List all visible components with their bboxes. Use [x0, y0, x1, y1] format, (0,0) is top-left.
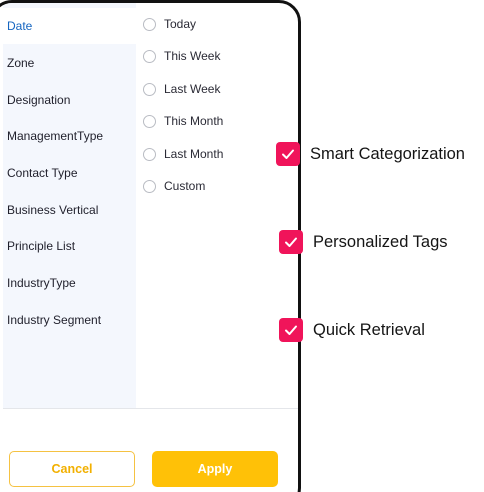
option-label: Custom	[164, 179, 206, 193]
sidebar-item-contact-type[interactable]: Contact Type	[3, 155, 136, 191]
sidebar-item-principle-list[interactable]: Principle List	[3, 228, 136, 264]
feature-label: Smart Categorization	[310, 144, 465, 163]
option-this-month[interactable]: This Month	[143, 111, 223, 131]
feature-label: Quick Retrieval	[313, 320, 425, 339]
radio-button[interactable]	[143, 114, 156, 128]
option-last-month[interactable]: Last Month	[143, 144, 223, 164]
sidebar-item-date[interactable]: Date	[3, 8, 136, 44]
filter-panel: Date Zone Designation ManagementType Con…	[3, 3, 298, 492]
option-label: Last Month	[164, 147, 224, 161]
option-label: Today	[164, 17, 197, 31]
radio-button[interactable]	[143, 82, 156, 96]
feature-personalized-tags: Personalized Tags	[279, 230, 448, 254]
cancel-button[interactable]: Cancel	[9, 451, 135, 487]
sidebar-item-label: Date	[7, 19, 33, 33]
option-custom[interactable]: Custom	[143, 176, 205, 196]
sidebar-item-label: Principle List	[7, 239, 76, 253]
radio-button[interactable]	[143, 17, 156, 31]
sidebar-item-industry-segment[interactable]: Industry Segment	[3, 302, 136, 338]
sidebar-item-label: Zone	[7, 56, 35, 70]
sidebar-item-management-type[interactable]: ManagementType	[3, 118, 136, 154]
apply-button[interactable]: Apply	[152, 451, 278, 487]
sidebar-item-label: Designation	[7, 93, 71, 107]
option-label: This Month	[164, 114, 224, 128]
filter-sidebar: Date Zone Designation ManagementType Con…	[3, 3, 136, 408]
sidebar-item-zone[interactable]: Zone	[3, 45, 136, 81]
radio-button[interactable]	[143, 147, 156, 161]
radio-button[interactable]	[143, 179, 156, 193]
sidebar-item-business-vertical[interactable]: Business Vertical	[3, 192, 136, 228]
checkmark-icon	[279, 318, 303, 342]
option-this-week[interactable]: This Week	[143, 46, 220, 66]
phone-frame: Date Zone Designation ManagementType Con…	[0, 0, 301, 492]
checkmark-icon	[276, 142, 300, 166]
checkmark-icon	[279, 230, 303, 254]
feature-label: Personalized Tags	[313, 232, 448, 251]
option-today[interactable]: Today	[143, 14, 196, 34]
sidebar-item-label: ManagementType	[7, 129, 104, 143]
sidebar-item-label: Contact Type	[7, 166, 78, 180]
option-label: Last Week	[164, 82, 221, 96]
option-label: This Week	[164, 49, 221, 63]
option-last-week[interactable]: Last Week	[143, 79, 220, 99]
sidebar-item-label: IndustryType	[7, 276, 76, 290]
sidebar-item-industry-type[interactable]: IndustryType	[3, 265, 136, 301]
footer-divider	[3, 408, 298, 409]
sidebar-item-label: Industry Segment	[7, 313, 102, 327]
radio-button[interactable]	[143, 49, 156, 63]
feature-smart-categorization: Smart Categorization	[276, 142, 465, 166]
sidebar-item-designation[interactable]: Designation	[3, 82, 136, 118]
sidebar-item-label: Business Vertical	[7, 203, 99, 217]
feature-quick-retrieval: Quick Retrieval	[279, 318, 425, 342]
